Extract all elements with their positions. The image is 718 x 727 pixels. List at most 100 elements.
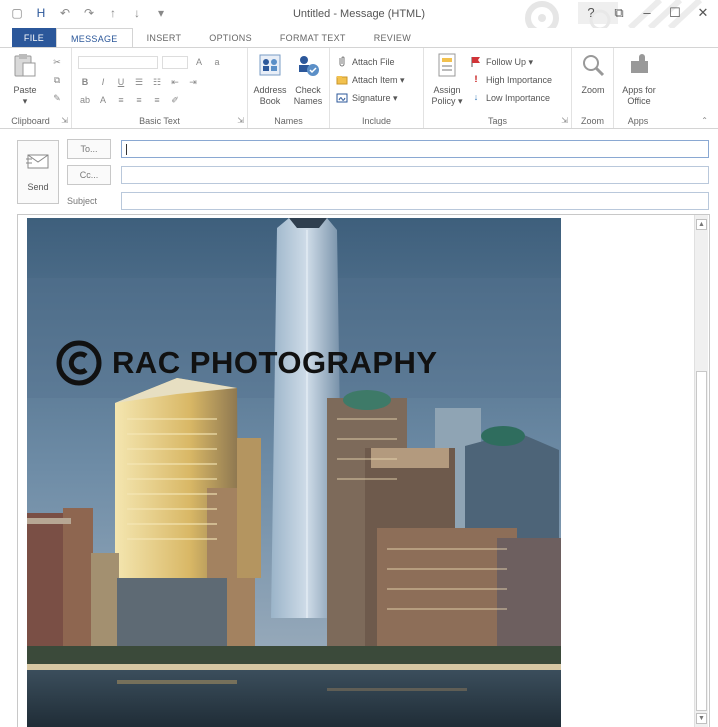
align-left-icon[interactable]: ≡ [114,95,128,105]
tab-format-text[interactable]: FORMAT TEXT [266,28,360,48]
attach-item-button[interactable]: Attach Item ▾ [336,72,405,88]
align-center-icon[interactable]: ≡ [132,95,146,105]
cut-button[interactable]: ✂ [50,54,64,70]
copyright-icon [56,340,102,386]
zoom-group-label: Zoom [580,116,604,126]
title-bar: ▢ H ↶ ↷ ↑ ↓ ▾ Untitled - Message (HTML) … [0,0,718,28]
format-row-1: B I U ☰ ☷ ⇤ ⇥ [78,74,200,90]
cc-field[interactable] [121,166,709,184]
scroll-up-icon[interactable]: ▲ [696,219,707,230]
numbering-icon[interactable]: ☷ [150,77,164,88]
attach-file-button[interactable]: Attach File [336,54,395,70]
format-painter-icon: ✎ [53,92,61,103]
format-row-2: ab A ≡ ≡ ≡ ✐ [78,92,182,108]
high-importance-icon: ! [474,74,478,84]
highlight-icon[interactable]: ab [78,95,92,105]
to-field[interactable] [121,140,709,158]
increase-indent-icon[interactable]: ⇥ [186,77,200,88]
paste-button[interactable]: Paste ▾ [8,52,42,107]
font-size-box[interactable] [162,55,188,69]
format-painter-button[interactable]: ✎ [50,90,64,106]
scrollbar-thumb[interactable] [696,371,707,711]
signature-label: Signature ▾ [352,92,398,103]
follow-up-label: Follow Up ▾ [486,56,534,67]
signature-button[interactable]: Signature ▾ [336,90,398,106]
text-caret [126,144,127,155]
font-name-box[interactable] [78,55,158,69]
send-label: Send [27,182,49,192]
city-skyline-image [27,218,561,727]
follow-up-button[interactable]: Follow Up ▾ [470,54,533,70]
subject-label: Subject [67,196,98,206]
names-group-label: Names [274,116,303,126]
close-icon[interactable]: ✕ [696,5,710,21]
high-importance-label: High Importance [486,75,553,85]
maximize-icon[interactable]: ☐ [668,5,682,21]
high-importance-button[interactable]: ! High Importance [470,72,553,88]
tab-options[interactable]: OPTIONS [195,28,266,48]
clear-formatting-icon[interactable]: ✐ [168,95,182,106]
paperclip-icon [336,56,348,68]
ribbon: Paste ▾ ✂ ⧉ ✎ Clipboard ⇲ A a B I U ☰ ☷ … [0,47,718,129]
vertical-scrollbar[interactable]: ▲ ▼ [694,215,708,727]
clipboard-group-label: Clipboard [11,116,50,126]
bold-icon[interactable]: B [78,77,92,87]
inserted-photo: RAC PHOTOGRAPHY [27,218,561,727]
tab-file[interactable]: FILE [12,28,56,48]
zoom-label: Zoom [581,85,605,95]
zoom-button[interactable]: Zoom [576,52,610,96]
names-group: Address Book Check Names Names [248,48,330,128]
basic-text-launcher-icon[interactable]: ⇲ [237,116,244,125]
collapse-ribbon-icon[interactable]: ⌃ [701,116,708,125]
decrease-indent-icon[interactable]: ⇤ [168,77,182,88]
window-controls: ? ⧉ – ☐ ✕ [584,5,710,21]
cc-button[interactable]: Cc... [67,165,111,185]
include-group-label: Include [361,116,392,126]
signature-icon [336,92,348,104]
underline-icon[interactable]: U [114,77,128,87]
bullets-icon[interactable]: ☰ [132,77,146,88]
assign-policy-button[interactable]: Assign Policy ▾ [428,52,466,107]
paste-dropdown-icon: ▾ [22,96,28,106]
shrink-font-icon[interactable]: a [210,57,224,67]
tab-insert[interactable]: INSERT [133,28,196,48]
help-icon[interactable]: ? [584,5,598,21]
ribbon-display-options-icon[interactable]: ⧉ [612,5,626,21]
low-importance-button[interactable]: ↓ Low Importance [470,90,550,106]
align-right-icon[interactable]: ≡ [150,95,164,105]
paste-label: Paste [13,85,37,95]
italic-icon[interactable]: I [96,77,110,87]
to-button[interactable]: To... [67,139,111,159]
check-names-button[interactable]: Check Names [290,52,326,107]
zoom-group: Zoom Zoom [572,48,614,128]
basic-text-group-label: Basic Text [139,116,180,126]
font-color-icon[interactable]: A [96,95,110,105]
address-book-label: Address Book [253,85,287,106]
send-button[interactable]: Send [17,140,59,204]
magnifier-icon [583,55,605,77]
address-book-button[interactable]: Address Book [252,52,288,107]
minimize-icon[interactable]: – [640,5,654,21]
cut-icon: ✂ [53,56,61,67]
scroll-down-icon[interactable]: ▼ [696,713,707,724]
clipboard-launcher-icon[interactable]: ⇲ [61,116,68,125]
tab-message[interactable]: MESSAGE [56,28,133,48]
tags-launcher-icon[interactable]: ⇲ [561,116,568,125]
tab-review[interactable]: REVIEW [360,28,425,48]
clipboard-group: Paste ▾ ✂ ⧉ ✎ Clipboard ⇲ [0,48,72,128]
low-importance-icon: ↓ [473,92,479,102]
subject-field[interactable] [121,192,709,210]
send-icon [26,154,49,169]
low-importance-label: Low Importance [486,93,551,103]
flag-icon [470,56,482,68]
apps-for-office-label: Apps for Office [622,85,656,106]
copy-button[interactable]: ⧉ [50,72,64,88]
attach-item-icon [336,74,348,86]
grow-font-icon[interactable]: A [192,57,206,67]
apps-for-office-button[interactable]: Apps for Office [618,52,660,107]
address-book-icon [259,54,281,76]
message-body[interactable]: RAC PHOTOGRAPHY ▲ ▼ [17,214,710,727]
ribbon-tabs: FILE MESSAGE INSERT OPTIONS FORMAT TEXT … [0,28,718,48]
assign-policy-icon [438,53,456,77]
tags-group-label: Tags [487,116,507,126]
